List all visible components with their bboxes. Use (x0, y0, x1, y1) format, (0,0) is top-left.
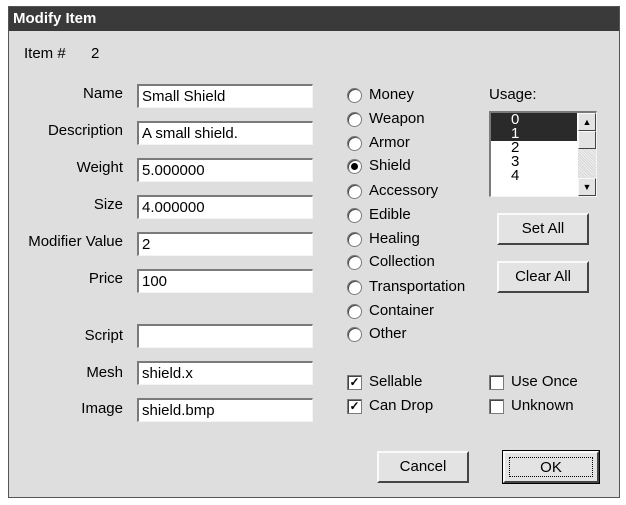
radio-money-label: Money (369, 86, 415, 103)
usage-item-4[interactable]: 4 (491, 168, 577, 183)
radio-weapon-label: Weapon (369, 110, 425, 127)
price-label: Price (88, 270, 123, 287)
name-field[interactable]: Small Shield (137, 84, 313, 108)
usage-item-1[interactable]: 1 (491, 126, 577, 141)
radio-container-label: Container (369, 302, 435, 319)
radio-container-button[interactable] (347, 304, 362, 319)
modify-item-dialog: Modify Item Item # 2 Name Small Shield D… (8, 6, 620, 498)
radio-weapon-button[interactable] (347, 112, 362, 127)
image-label: Image (81, 400, 123, 417)
sellable-check-icon[interactable]: ✓ (347, 375, 362, 390)
dialog-title: Modify Item (9, 7, 619, 31)
scroll-thumb[interactable] (578, 131, 596, 149)
radio-transportation-button[interactable] (347, 280, 362, 295)
use-once-label: Use Once (511, 373, 578, 390)
usage-scrollbar[interactable]: ▲ ▼ (578, 113, 596, 196)
radio-transportation-label: Transportation (369, 278, 466, 295)
radio-accessory-button[interactable] (347, 184, 362, 199)
usage-item-3[interactable]: 3 (491, 154, 577, 169)
usage-listbox[interactable]: 0 1 2 3 4 ▲ ▼ (489, 111, 597, 197)
can-drop-label: Can Drop (369, 397, 434, 414)
unknown-label: Unknown (511, 397, 574, 414)
ok-button-label: OK (509, 457, 593, 477)
script-field[interactable] (137, 324, 313, 348)
radio-healing-label: Healing (369, 230, 420, 247)
price-field[interactable]: 100 (137, 269, 313, 293)
radio-collection-label: Collection (369, 253, 435, 270)
set-all-button[interactable]: Set All (497, 213, 589, 245)
sellable-label: Sellable (369, 373, 423, 390)
radio-shield-button[interactable] (347, 159, 362, 174)
description-label: Description (47, 122, 123, 139)
unknown-box[interactable] (489, 399, 504, 414)
cancel-button[interactable]: Cancel (377, 451, 469, 483)
ok-button[interactable]: OK (502, 450, 600, 484)
item-number-value: 2 (91, 45, 100, 62)
radio-shield-label: Shield (369, 157, 411, 174)
modifier-value-label: Modifier Value (28, 233, 123, 250)
clear-all-button[interactable]: Clear All (497, 261, 589, 293)
description-field[interactable]: A small shield. (137, 121, 313, 145)
radio-collection-button[interactable] (347, 255, 362, 270)
radio-healing-button[interactable] (347, 232, 362, 247)
size-label: Size (93, 196, 123, 213)
image-field[interactable]: shield.bmp (137, 398, 313, 422)
modifier-value-field[interactable]: 2 (137, 232, 313, 256)
radio-armor-label: Armor (369, 134, 410, 151)
usage-item-0[interactable]: 0 (491, 113, 577, 127)
radio-edible-label: Edible (369, 206, 411, 223)
usage-item-2[interactable]: 2 (491, 140, 577, 155)
can-drop-check-icon[interactable]: ✓ (347, 399, 362, 414)
scroll-up-arrow-icon[interactable]: ▲ (578, 113, 596, 131)
radio-other-label: Other (369, 325, 407, 342)
scroll-down-arrow-icon[interactable]: ▼ (578, 178, 596, 196)
radio-edible-button[interactable] (347, 208, 362, 223)
radio-other-button[interactable] (347, 327, 362, 342)
radio-money-button[interactable] (347, 88, 362, 103)
mesh-field[interactable]: shield.x (137, 361, 313, 385)
size-field[interactable]: 4.000000 (137, 195, 313, 219)
weight-field[interactable]: 5.000000 (137, 158, 313, 182)
use-once-box[interactable] (489, 375, 504, 390)
item-number-label: Item # (24, 45, 66, 62)
script-label: Script (84, 327, 123, 344)
name-label: Name (82, 85, 123, 102)
radio-armor-button[interactable] (347, 136, 362, 151)
weight-label: Weight (76, 159, 123, 176)
usage-label: Usage: (489, 86, 537, 103)
radio-accessory-label: Accessory (369, 182, 439, 199)
mesh-label: Mesh (86, 364, 123, 381)
